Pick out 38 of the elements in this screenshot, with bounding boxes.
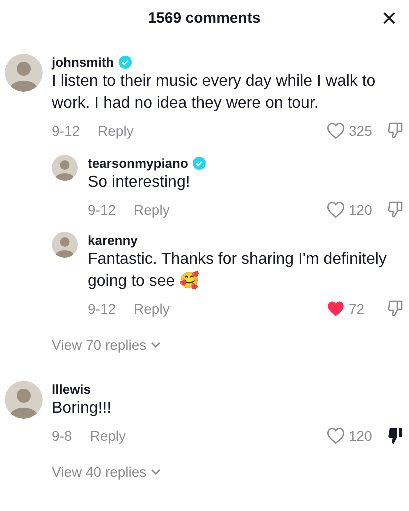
heart-icon[interactable]	[326, 122, 346, 140]
reply-link[interactable]: Reply	[90, 428, 126, 444]
username[interactable]: johnsmith	[52, 54, 114, 70]
comment-text: I listen to their music every day while I walk to work. I had no idea they were on tour.	[52, 72, 377, 114]
comment-text: Fantastic. Thanks for sharing I'm definitely going to see 🥰	[88, 250, 388, 292]
thumbs-down-icon[interactable]	[388, 300, 404, 318]
comment-text: So interesting!	[88, 173, 192, 193]
avatar-icon[interactable]	[52, 232, 78, 258]
reply-link[interactable]: Reply	[98, 123, 134, 139]
comments-count-title: 1569 comments	[148, 10, 261, 27]
chevron-down-icon	[150, 468, 161, 476]
view-replies-link[interactable]: View 40 replies	[52, 464, 161, 480]
avatar-icon[interactable]	[52, 155, 78, 181]
thumbs-down-icon[interactable]	[388, 201, 404, 219]
username[interactable]: lllewis	[52, 382, 92, 396]
like-count: 120	[349, 428, 372, 444]
comment-date: 9-12	[88, 202, 116, 218]
username[interactable]: karenny	[88, 232, 138, 248]
reply-link[interactable]: Reply	[134, 202, 170, 218]
heart-icon[interactable]	[326, 427, 346, 445]
thumbs-down-icon[interactable]	[388, 427, 404, 445]
avatar-icon[interactable]	[5, 54, 43, 92]
close-button[interactable]: ×	[380, 4, 399, 32]
like-count: 120	[349, 202, 372, 218]
comment-date: 9-12	[88, 301, 116, 317]
heart-icon[interactable]	[326, 201, 346, 219]
comment-date: 9-12	[52, 123, 80, 139]
username[interactable]: tearsonmypiano	[88, 156, 188, 170]
chevron-down-icon	[150, 342, 161, 348]
like-count: 325	[349, 123, 372, 139]
avatar-icon[interactable]	[5, 381, 43, 419]
like-count: 72	[349, 301, 365, 317]
thumbs-down-icon[interactable]	[388, 122, 404, 140]
comment-date: 9-8	[52, 428, 72, 444]
view-replies-link[interactable]: View 70 replies	[52, 337, 161, 353]
heart-icon[interactable]	[326, 300, 346, 318]
reply-link[interactable]: Reply	[134, 301, 170, 317]
comment-text: Boring!!!	[52, 399, 113, 419]
